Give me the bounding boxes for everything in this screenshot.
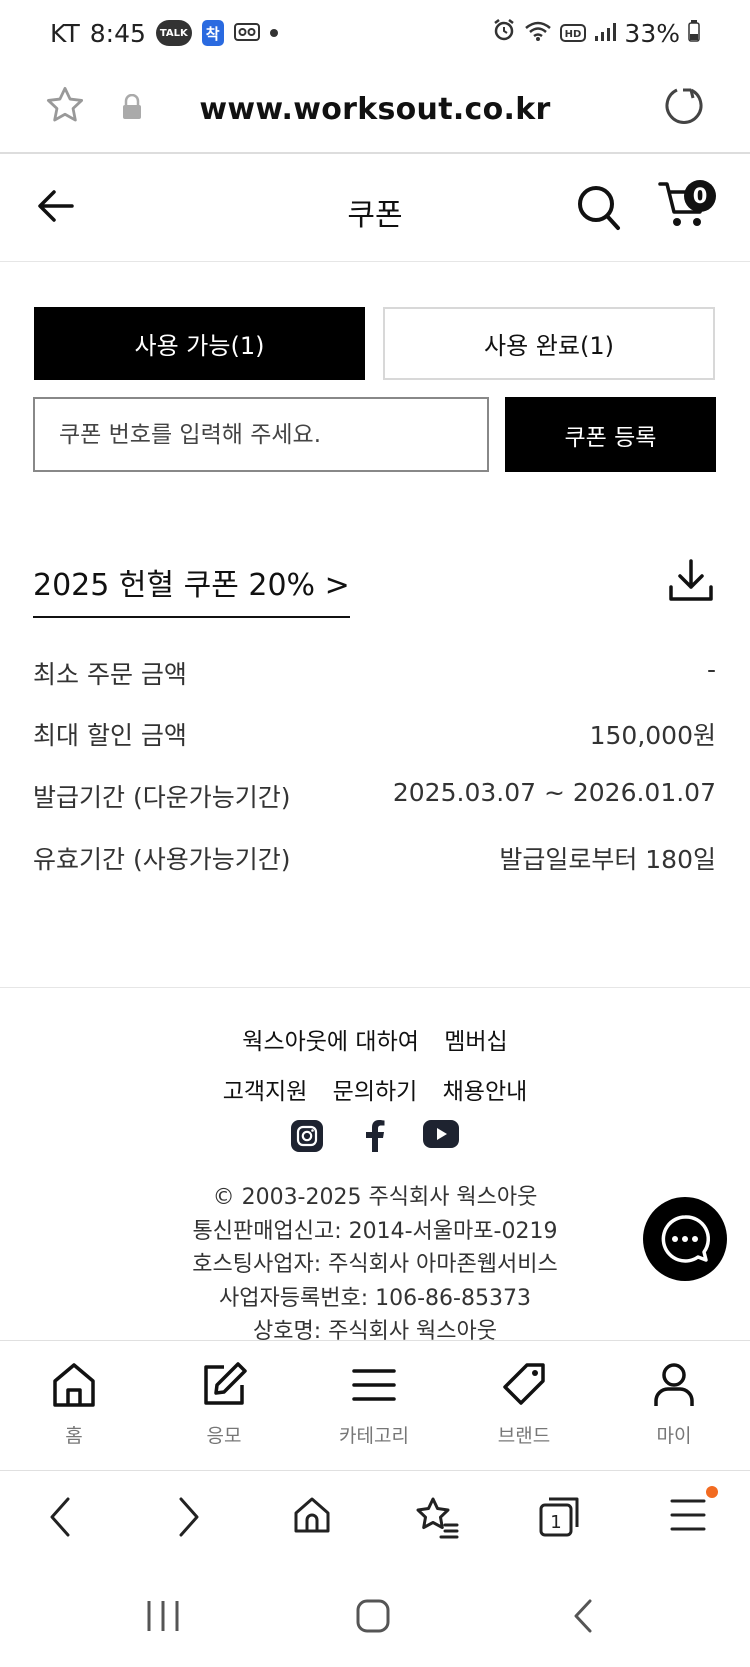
- nav-label: 응모: [206, 1425, 242, 1447]
- talk-icon: TALK: [155, 20, 192, 46]
- footer-link-about[interactable]: 웍스아웃에 대하여: [242, 1029, 419, 1055]
- footer-link-inquiry[interactable]: 문의하기: [333, 1079, 418, 1105]
- footer-business-number: 사업자등록번호: 106-86-85373: [219, 1286, 531, 1311]
- tab-count: 1: [550, 1512, 561, 1533]
- browser-bookmarks-icon[interactable]: [415, 1495, 459, 1543]
- voicemail-icon: [233, 19, 260, 48]
- nav-label: 브랜드: [497, 1425, 551, 1447]
- url-text[interactable]: www.worksout.co.kr: [0, 92, 750, 127]
- nav-label: 카테고리: [339, 1425, 409, 1447]
- footer-business-report: 통신판매업신고: 2014-서울마포-0219: [192, 1219, 558, 1244]
- svg-text:HD: HD: [565, 29, 582, 40]
- app-notification-icon: 착: [201, 20, 224, 46]
- signal-icon: [594, 19, 617, 48]
- home-icon: [53, 1363, 95, 1407]
- status-bar: KT 8:45 TALK 착 HD 33%: [0, 0, 750, 66]
- nav-brand[interactable]: 브랜드: [464, 1361, 584, 1448]
- tag-icon: [503, 1363, 545, 1405]
- system-back-icon[interactable]: [570, 1598, 598, 1638]
- detail-row-min-order: 최소 주문 금액 -: [33, 655, 716, 691]
- user-icon: [654, 1363, 694, 1406]
- detail-label: 발급기간 (다운가능기간): [33, 783, 291, 812]
- footer-link-support[interactable]: 고객지원: [223, 1079, 308, 1105]
- detail-row-max-discount: 최대 할인 금액 150,000원: [33, 716, 716, 752]
- system-navigation-bar: [0, 1570, 750, 1667]
- chat-button[interactable]: [643, 1197, 727, 1281]
- page-title: 쿠폰: [347, 198, 403, 233]
- wifi-icon: [524, 19, 552, 48]
- instagram-icon[interactable]: [291, 1120, 323, 1152]
- battery-icon: [688, 19, 700, 48]
- facebook-icon[interactable]: [364, 1120, 386, 1152]
- footer-link-careers[interactable]: 채용안내: [443, 1079, 528, 1105]
- youtube-icon[interactable]: [423, 1120, 459, 1148]
- system-home-icon[interactable]: [355, 1598, 391, 1638]
- nav-label: 홈: [65, 1425, 83, 1447]
- search-icon[interactable]: [576, 184, 622, 236]
- app-header: 쿠폰: [0, 156, 750, 262]
- detail-value: 발급일로부터 180일: [499, 845, 716, 874]
- detail-row-issue-period: 발급기간 (다운가능기간) 2025.03.07 ~ 2026.01.07: [33, 778, 716, 814]
- detail-label: 최대 할인 금액: [33, 721, 187, 750]
- battery-percent: 33%: [624, 18, 680, 48]
- detail-row-valid-period: 유효기간 (사용가능기간) 발급일로부터 180일: [33, 840, 716, 876]
- nav-home[interactable]: 홈: [14, 1361, 134, 1448]
- browser-tabs-icon[interactable]: 1: [538, 1495, 582, 1543]
- browser-menu-icon[interactable]: [669, 1495, 707, 1539]
- alarm-icon: [492, 18, 516, 48]
- download-icon[interactable]: [667, 557, 715, 609]
- footer-hosting: 호스팅사업자: 주식회사 아마존웹서비스: [192, 1252, 558, 1277]
- hd-icon: HD: [560, 19, 587, 48]
- nav-label: 마이: [656, 1425, 692, 1447]
- menu-icon: [352, 1369, 396, 1401]
- time: 8:45: [89, 18, 146, 48]
- footer-link-membership[interactable]: 멤버십: [444, 1029, 507, 1055]
- more-notifications-icon: [269, 29, 278, 37]
- footer-divider: [0, 987, 750, 988]
- tab-used[interactable]: 사용 완료(1): [383, 307, 715, 380]
- menu-notification-dot: [706, 1486, 718, 1498]
- footer-links-row-1: 웍스아웃에 대하여 멤버십: [0, 1022, 750, 1056]
- bottom-tab-bar: 홈 응모 카테고리 브랜드 마이: [0, 1340, 750, 1470]
- nav-my[interactable]: 마이: [614, 1361, 734, 1448]
- coupon-register-button[interactable]: 쿠폰 등록: [505, 397, 716, 472]
- detail-value: -: [706, 655, 716, 684]
- chat-bubble-icon: [661, 1215, 710, 1263]
- browser-back-icon[interactable]: [46, 1495, 74, 1543]
- edit-icon: [204, 1362, 247, 1405]
- browser-url-bar: www.worksout.co.kr: [0, 66, 750, 154]
- cart-count-badge: 0: [684, 180, 716, 212]
- browser-toolbar: 1: [0, 1470, 750, 1570]
- detail-label: 유효기간 (사용가능기간): [33, 845, 291, 874]
- carrier: KT: [50, 18, 80, 48]
- nav-apply[interactable]: 응모: [164, 1361, 284, 1448]
- tab-available[interactable]: 사용 가능(1): [34, 307, 365, 380]
- detail-label: 최소 주문 금액: [33, 660, 187, 689]
- browser-forward-icon[interactable]: [175, 1495, 203, 1543]
- footer-links-row-2: 고객지원 문의하기 채용안내: [0, 1072, 750, 1106]
- coupon-name-link[interactable]: 2025 헌혈 쿠폰 20% >: [33, 560, 350, 618]
- reload-icon[interactable]: [663, 84, 705, 130]
- detail-value: 150,000원: [589, 721, 716, 750]
- footer-copyright: © 2003-2025 주식회사 웍스아웃: [212, 1185, 538, 1210]
- coupon-number-input[interactable]: [33, 397, 489, 472]
- recent-apps-icon[interactable]: [145, 1598, 181, 1638]
- detail-value: 2025.03.07 ~ 2026.01.07: [392, 778, 716, 807]
- browser-home-icon[interactable]: [292, 1495, 332, 1539]
- nav-category[interactable]: 카테고리: [314, 1361, 434, 1448]
